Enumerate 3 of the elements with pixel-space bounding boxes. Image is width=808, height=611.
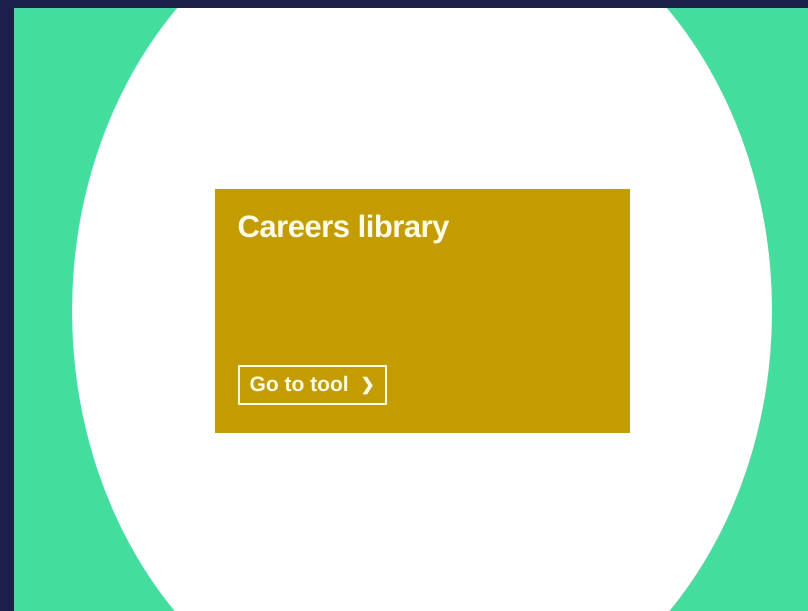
go-to-tool-button[interactable]: Go to tool ❯ — [238, 364, 387, 404]
chevron-icon: ❯ — [360, 374, 375, 395]
card-title: Careers library — [238, 208, 449, 244]
